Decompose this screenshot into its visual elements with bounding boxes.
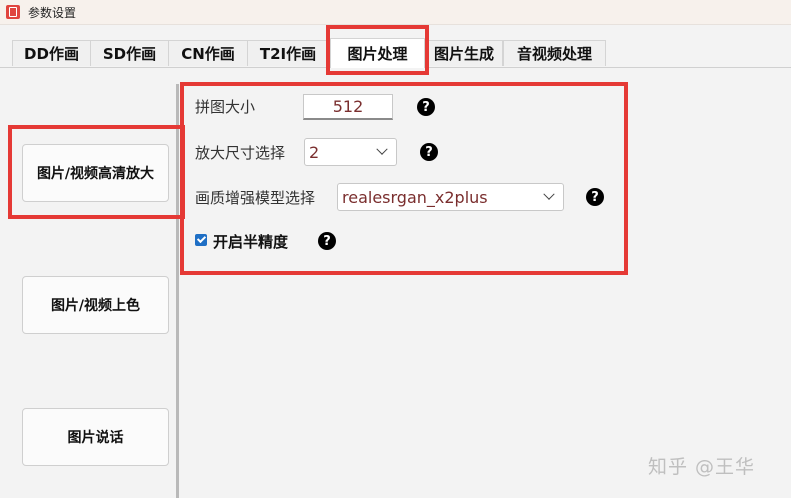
window-title: 参数设置 xyxy=(28,5,77,20)
tab-image-processing[interactable]: 图片处理 xyxy=(330,38,425,68)
tab-t2i[interactable]: T2I作画 xyxy=(247,40,329,66)
tab-bar: DD作画 SD作画 CN作画 T2I作画 图片处理 图片生成 音视频处理 xyxy=(0,36,791,68)
tile-size-label: 拼图大小 xyxy=(195,98,256,116)
chevron-down-icon xyxy=(543,188,555,200)
tab-sd[interactable]: SD作画 xyxy=(90,40,169,66)
model-select[interactable]: realesrgan_x2plus xyxy=(337,183,564,211)
tab-dd[interactable]: DD作画 xyxy=(12,40,91,66)
half-precision-help-icon[interactable]: ? xyxy=(318,232,336,250)
upscale-value: 2 xyxy=(309,142,320,162)
chevron-down-icon xyxy=(376,143,388,155)
sidebar: 图片/视频高清放大 图片/视频上色 图片说话 xyxy=(0,68,176,498)
model-help-icon[interactable]: ? xyxy=(586,188,604,206)
app-icon xyxy=(6,5,20,19)
tile-size-help-icon[interactable]: ? xyxy=(417,98,435,116)
upscale-button[interactable]: 图片/视频高清放大 xyxy=(22,144,169,202)
colorize-button[interactable]: 图片/视频上色 xyxy=(22,276,169,334)
watermark: 知乎 @王华 xyxy=(648,456,756,478)
upscale-select[interactable]: 2 xyxy=(304,138,397,166)
tab-cn[interactable]: CN作画 xyxy=(168,40,248,66)
model-value: realesrgan_x2plus xyxy=(342,187,488,207)
upscale-help-icon[interactable]: ? xyxy=(420,143,438,161)
half-precision-label: 开启半精度 xyxy=(213,233,289,251)
half-precision-checkbox[interactable] xyxy=(195,234,207,246)
tab-image-generation[interactable]: 图片生成 xyxy=(425,40,503,66)
tab-audio-video[interactable]: 音视频处理 xyxy=(503,40,606,66)
tile-size-input[interactable]: 512 xyxy=(303,94,393,120)
content-panel xyxy=(179,68,791,498)
upscale-label: 放大尺寸选择 xyxy=(195,144,286,162)
title-bar: 参数设置 xyxy=(0,0,791,25)
image-talk-button[interactable]: 图片说话 xyxy=(22,408,169,466)
model-label: 画质增强模型选择 xyxy=(195,189,316,207)
